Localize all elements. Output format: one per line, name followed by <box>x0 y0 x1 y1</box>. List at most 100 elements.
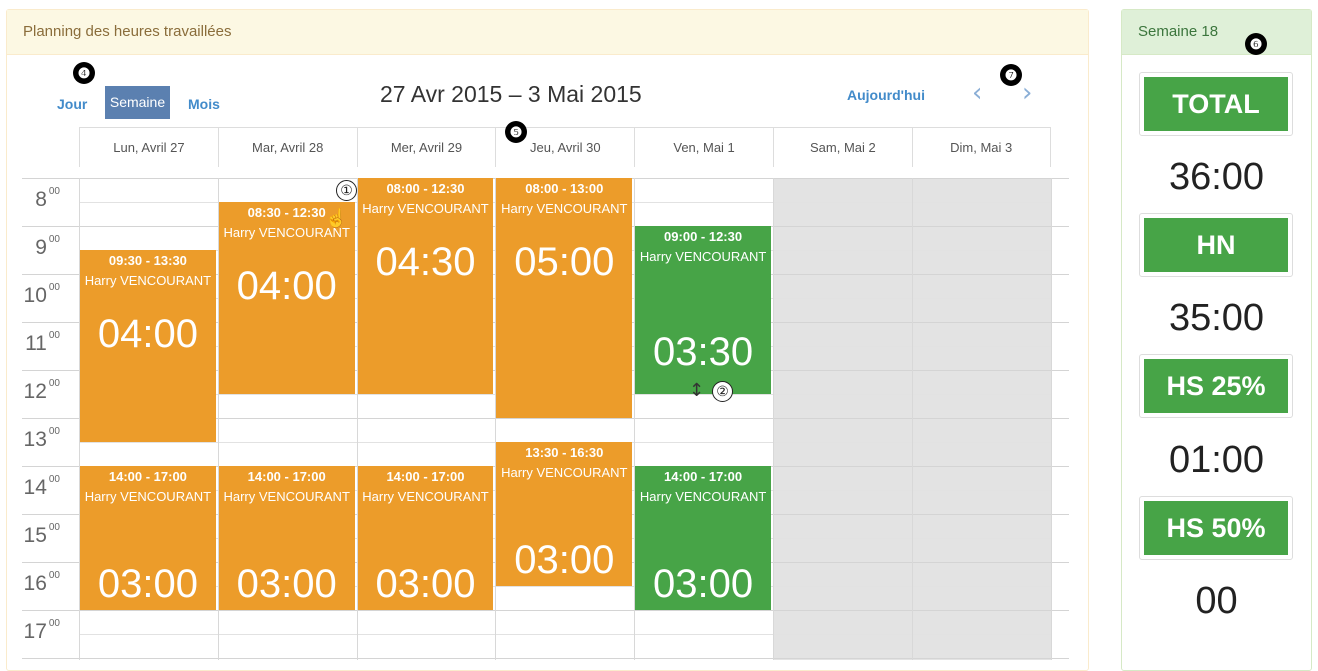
week-number-title: Semaine 18 <box>1122 10 1311 55</box>
hs25-value: 01:00 <box>1168 439 1265 481</box>
hour-minutes: 00 <box>48 522 60 533</box>
hour-minutes: 00 <box>48 570 60 581</box>
hn-value: 35:00 <box>1168 297 1265 339</box>
event-duration: 03:00 <box>375 562 476 606</box>
event-time: 08:00 - 13:00 <box>525 181 604 196</box>
event-duration: 04:00 <box>236 264 337 308</box>
total-label-box: TOTAL <box>1139 72 1293 136</box>
today-button[interactable]: Aujourd'hui <box>847 87 925 103</box>
work-event[interactable]: 08:00 - 12:30 Harry VENCOURANT 04:30 <box>357 178 494 394</box>
callout-2: ② <box>712 381 733 402</box>
hn-label: HN <box>1144 218 1288 272</box>
hour-label: 13 00 <box>22 426 60 452</box>
hour-label: 9 00 <box>22 234 60 260</box>
day-header: Lun, Avril 27 <box>79 127 218 167</box>
total-value: 36:00 <box>1168 156 1265 198</box>
hour-number: 14 <box>23 476 47 499</box>
date-range-title: 27 Avr 2015 – 3 Mai 2015 <box>380 81 642 107</box>
hour-label: 14 00 <box>22 474 60 500</box>
hour-label: 17 00 <box>22 618 60 644</box>
callout-7: ❼ <box>1000 64 1022 86</box>
panel-title: Planning des heures travaillées <box>7 10 1088 55</box>
day-column-line <box>1050 178 1052 660</box>
work-event[interactable]: 08:30 - 12:30 Harry VENCOURANT 04:00 <box>218 202 355 394</box>
hour-minutes: 00 <box>48 282 60 293</box>
hour-label: 12 00 <box>22 378 60 404</box>
event-employee: Harry VENCOURANT <box>84 489 212 504</box>
hs50-label: HS 50% <box>1144 501 1288 555</box>
total-label: TOTAL <box>1144 77 1288 131</box>
day-header: Mer, Avril 29 <box>356 127 496 167</box>
hour-minutes: 00 <box>48 618 60 629</box>
view-month-button[interactable]: Mois <box>188 96 220 112</box>
event-duration: 03:00 <box>97 562 198 606</box>
callout-6: ❻ <box>1245 33 1267 55</box>
event-duration: 03:00 <box>653 562 754 606</box>
event-employee: Harry VENCOURANT <box>501 465 628 480</box>
work-event[interactable]: 13:30 - 16:30 Harry VENCOURANT 03:00 <box>496 442 633 586</box>
hour-minutes: 00 <box>48 378 60 389</box>
hour-number: 11 <box>25 332 47 355</box>
hour-label: 16 00 <box>22 570 60 596</box>
event-time: 09:00 - 12:30 <box>664 229 743 244</box>
event-employee: Harry VENCOURANT <box>84 273 212 288</box>
work-event[interactable]: 09:00 - 12:30 Harry VENCOURANT 03:30 <box>635 226 771 394</box>
hour-number: 13 <box>23 428 47 451</box>
callout-1: ① <box>336 180 357 201</box>
hour-minutes: 00 <box>48 474 60 485</box>
week-summary-panel: Semaine 18 TOTAL 36:00 HN 35:00 HS 25% 0… <box>1121 9 1312 671</box>
day-header: Sam, Mai 2 <box>773 127 912 167</box>
hour-number: 12 <box>23 380 47 403</box>
view-day-button[interactable]: Jour <box>57 96 87 112</box>
hour-label: 15 00 <box>22 522 60 548</box>
day-header: Mar, Avril 28 <box>217 127 357 167</box>
callout-4: ❹ <box>73 62 95 84</box>
hn-label-box: HN <box>1139 213 1293 277</box>
work-event[interactable]: 14:00 - 17:00 Harry VENCOURANT 03:00 <box>218 466 355 610</box>
event-time: 13:30 - 16:30 <box>525 445 604 460</box>
hour-minutes: 00 <box>48 426 60 437</box>
hour-number: 9 <box>35 236 47 259</box>
event-employee: Harry VENCOURANT <box>639 489 767 504</box>
hs50-value: 00 <box>1195 580 1238 622</box>
view-week-button[interactable]: Semaine <box>105 86 170 119</box>
work-event[interactable]: 14:00 - 17:00 Harry VENCOURANT 03:00 <box>80 466 216 610</box>
day-header: Dim, Mai 3 <box>911 127 1051 167</box>
hour-number: 15 <box>23 524 47 547</box>
hour-minutes: 00 <box>48 186 60 197</box>
event-time: 08:00 - 12:30 <box>386 181 465 196</box>
event-time: 09:30 - 13:30 <box>108 253 187 268</box>
work-event[interactable]: 08:00 - 13:00 Harry VENCOURANT 05:00 <box>496 178 633 418</box>
day-header: Ven, Mai 1 <box>634 127 773 167</box>
event-time: 14:00 - 17:00 <box>108 469 187 484</box>
hour-label: 8 00 <box>22 186 60 212</box>
event-duration: 05:00 <box>514 240 615 284</box>
hour-minutes: 00 <box>48 234 60 245</box>
event-employee: Harry VENCOURANT <box>639 249 767 264</box>
event-duration: 03:30 <box>653 330 754 374</box>
work-event[interactable]: 14:00 - 17:00 Harry VENCOURANT 03:00 <box>357 466 494 610</box>
event-duration: 04:00 <box>97 312 198 356</box>
work-event[interactable]: 14:00 - 17:00 Harry VENCOURANT 03:00 <box>635 466 771 610</box>
event-employee: Harry VENCOURANT <box>362 489 489 504</box>
work-event[interactable]: 09:30 - 13:30 Harry VENCOURANT 04:00 <box>80 250 216 442</box>
day-column-line <box>911 178 913 660</box>
event-employee: Harry VENCOURANT <box>362 201 489 216</box>
next-week-button[interactable]: › <box>1022 78 1032 108</box>
grid-line <box>79 634 1051 635</box>
hour-label: 11 00 <box>22 330 60 356</box>
prev-week-button[interactable]: ‹ <box>972 78 982 108</box>
event-employee: Harry VENCOURANT <box>501 201 628 216</box>
event-duration: 03:00 <box>236 562 337 606</box>
event-employee: Harry VENCOURANT <box>223 489 350 504</box>
hour-number: 16 <box>23 572 47 595</box>
event-time: 14:00 - 17:00 <box>386 469 465 484</box>
callout-5: ❺ <box>505 121 527 143</box>
hour-minutes: 00 <box>48 330 60 341</box>
hs25-label: HS 25% <box>1144 359 1288 413</box>
hs25-label-box: HS 25% <box>1139 354 1293 418</box>
event-time: 14:00 - 17:00 <box>664 469 743 484</box>
hour-number: 10 <box>23 284 47 307</box>
day-column-line <box>773 178 774 660</box>
hour-number: 8 <box>35 188 47 211</box>
